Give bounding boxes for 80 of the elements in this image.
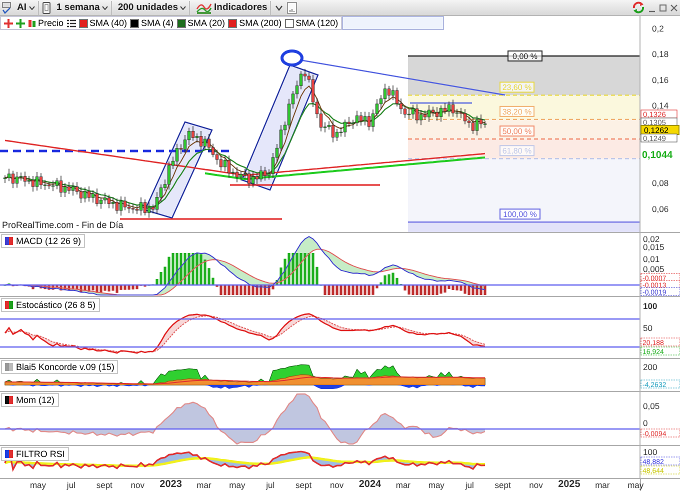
indicator-title[interactable]: Mom (12): [1, 393, 59, 407]
fibonacci-label: 61,80 %: [500, 145, 534, 156]
phone-icon[interactable]: [42, 2, 50, 14]
caret-icon: [102, 6, 108, 10]
legend-label[interactable]: SMA (120): [296, 18, 338, 28]
fibonacci-label: 23,60 %: [500, 82, 534, 93]
time-axis-label: sept: [96, 480, 112, 490]
time-axis-label: may: [229, 480, 246, 490]
axis-label: 0,05: [643, 401, 660, 411]
indicator-title[interactable]: FILTRO RSI: [1, 447, 69, 461]
fibonacci-label: 38,20 %: [500, 106, 534, 117]
time-axis-label: 2024: [358, 479, 382, 490]
caret-icon: [28, 6, 34, 10]
time-axis-label: jul: [66, 480, 76, 490]
time-axis-label: sept: [296, 480, 312, 490]
axis-label: 0,02: [643, 234, 660, 244]
indicator-icon: [5, 450, 13, 458]
caret-icon: [180, 6, 186, 10]
axis-label: 0,08: [652, 178, 669, 188]
symbol-dropdown[interactable]: AI: [14, 0, 38, 14]
legend-label[interactable]: Precio: [38, 18, 64, 28]
indicator-icon: [5, 237, 13, 245]
time-axis-label: nov: [330, 480, 344, 490]
add-indicator-icon[interactable]: [4, 18, 13, 28]
legend-label[interactable]: SMA (200): [239, 18, 282, 28]
maximize-icon[interactable]: [659, 2, 667, 12]
indicator-title[interactable]: Blai5 Koncorde v.09 (15): [1, 360, 118, 374]
price-tag: 0,1262: [640, 125, 680, 135]
axis-label: 0,2: [652, 23, 664, 34]
axis-label: 0,06: [652, 204, 669, 214]
time-axis-label: mar: [595, 480, 610, 490]
fibonacci-label: 50,00 %: [500, 126, 534, 137]
axis-label: 0,005: [643, 264, 664, 274]
time-axis-label: jul: [266, 480, 275, 490]
time-axis-label: 2025: [558, 479, 580, 490]
indicators-button[interactable]: Indicadores: [193, 0, 272, 14]
time-axis-label: mar: [196, 480, 212, 490]
time-axis-label: jul: [465, 480, 474, 490]
fibonacci-label: 100,00 %: [500, 208, 540, 220]
indicator-title[interactable]: MACD (12 26 9): [1, 234, 86, 248]
refresh-icon[interactable]: [632, 1, 645, 14]
axis-label: 0,14: [652, 100, 669, 111]
axis-label: 0,01: [643, 254, 660, 264]
chart-lines-icon: [196, 1, 212, 14]
axis-label: 0: [643, 418, 648, 428]
highlight-ellipse: [280, 50, 304, 66]
time-axis-label: may: [30, 480, 46, 490]
indicator-title[interactable]: Estocástico (26 8 5): [1, 298, 100, 312]
units-dropdown[interactable]: 200 unidades: [114, 0, 190, 14]
price-tag: 0,1044: [641, 148, 680, 161]
axis-label: 100: [643, 447, 658, 457]
period-dropdown[interactable]: 1 semana: [54, 0, 112, 14]
time-axis-label: may: [428, 480, 444, 490]
indicator-icon: [5, 301, 13, 309]
indicator-icon: [5, 363, 13, 371]
axis-label: 0,015: [643, 242, 664, 252]
axis-label: 0,16: [652, 74, 669, 85]
time-axis-label: sept: [494, 480, 511, 490]
document-icon[interactable]: [287, 2, 298, 14]
indicator-icon: [5, 396, 13, 404]
axis-label: 50: [643, 323, 652, 333]
axis-label: 0,18: [652, 49, 669, 60]
axis-label: 200: [643, 362, 658, 372]
close-icon[interactable]: [670, 2, 678, 12]
legend-label[interactable]: SMA (40): [90, 18, 128, 28]
time-axis-label: nov: [130, 480, 144, 490]
fibonacci-label: 0,00 %: [508, 50, 542, 62]
time-axis-label: mar: [396, 480, 410, 490]
time-axis-label: may: [628, 480, 644, 490]
time-axis-label: nov: [529, 480, 543, 490]
data-source-text: ProRealTime.com - Fin de Día: [2, 220, 124, 230]
checklist-icon[interactable]: [2, 2, 11, 14]
list-icon[interactable]: [66, 18, 76, 28]
legend-label[interactable]: SMA (4): [141, 18, 174, 28]
add-indicator-icon[interactable]: [16, 18, 25, 28]
axis-label: 100: [643, 301, 658, 311]
time-axis-label: 2023: [160, 479, 182, 490]
resistance-line: [410, 102, 472, 104]
candles-icon: [28, 18, 36, 28]
legend-label[interactable]: SMA (20): [188, 18, 226, 28]
